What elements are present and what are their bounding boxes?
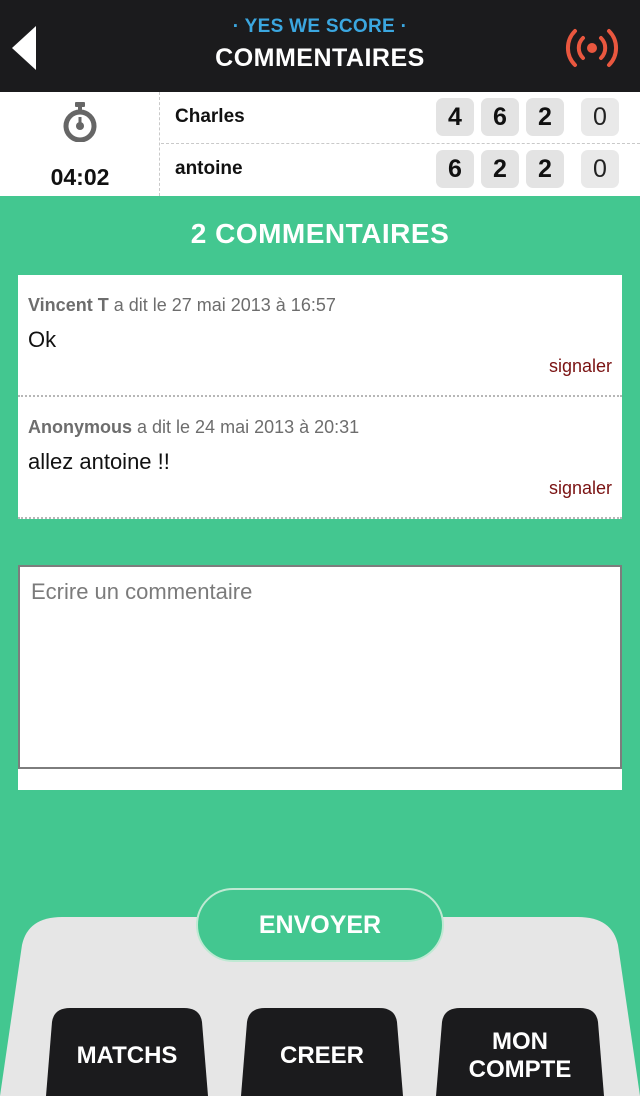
stopwatch-icon [63, 102, 97, 142]
comments-count: 2 COMMENTAIRES [190, 218, 450, 249]
nav-creer-label: CREER [279, 1042, 364, 1069]
game-points: 0 [581, 150, 619, 188]
compose-container [18, 565, 622, 790]
timer-cell: 04:02 [0, 92, 160, 196]
comment-meta: Vincent T a dit le 27 mai 2013 à 16:57 [28, 295, 336, 316]
broadcast-icon [565, 29, 619, 67]
player-row: Charles 4 6 2 0 [161, 92, 640, 144]
send-button[interactable]: ENVOYER [196, 888, 444, 962]
comment-text: Ok [28, 327, 57, 352]
player-row: antoine 6 2 2 0 [161, 144, 640, 196]
match-time: 04:02 [50, 164, 110, 190]
comment-date: a dit le 27 mai 2013 à 16:57 [108, 295, 336, 315]
set-score: 6 [436, 150, 474, 188]
comment-item: Anonymous a dit le 24 mai 2013 à 20:31 a… [18, 397, 622, 519]
set-score: 2 [526, 150, 564, 188]
nav-creer-button[interactable]: CREER [241, 1008, 403, 1096]
report-link[interactable]: signaler [549, 356, 612, 377]
comment-author: Anonymous [28, 417, 133, 437]
player-name: antoine [175, 158, 243, 179]
nav-compte-label-line2: COMPTE [468, 1056, 572, 1083]
player-name: Charles [175, 106, 245, 127]
nav-matchs-label: MATCHS [76, 1042, 178, 1069]
comment-text: allez antoine !! [28, 449, 170, 474]
nav-compte-button[interactable]: MON COMPTE [436, 1008, 604, 1096]
live-button[interactable] [564, 26, 620, 70]
comments-list: Vincent T a dit le 27 mai 2013 à 16:57 O… [18, 275, 622, 519]
game-points: 0 [581, 98, 619, 136]
set-score: 6 [481, 98, 519, 136]
set-score: 4 [436, 98, 474, 136]
page-title: COMMENTAIRES [215, 44, 425, 72]
nav-compte-label-line1: MON [492, 1028, 548, 1055]
set-score: 2 [526, 98, 564, 136]
comment-item: Vincent T a dit le 27 mai 2013 à 16:57 O… [18, 275, 622, 397]
app-brand: · YES WE SCORE · [232, 16, 408, 37]
comment-meta: Anonymous a dit le 24 mai 2013 à 20:31 [28, 417, 359, 438]
score-panel: 04:02 Charles 4 6 2 0 antoine 6 2 2 0 [0, 92, 640, 196]
report-link[interactable]: signaler [549, 478, 612, 499]
comment-input[interactable] [18, 565, 622, 769]
nav-matchs-button[interactable]: MATCHS [46, 1008, 208, 1096]
comment-date: a dit le 24 mai 2013 à 20:31 [132, 417, 360, 437]
set-score: 2 [481, 150, 519, 188]
app-header: · YES WE SCORE · COMMENTAIRES [0, 0, 640, 92]
comment-author: Vincent T [28, 295, 109, 315]
